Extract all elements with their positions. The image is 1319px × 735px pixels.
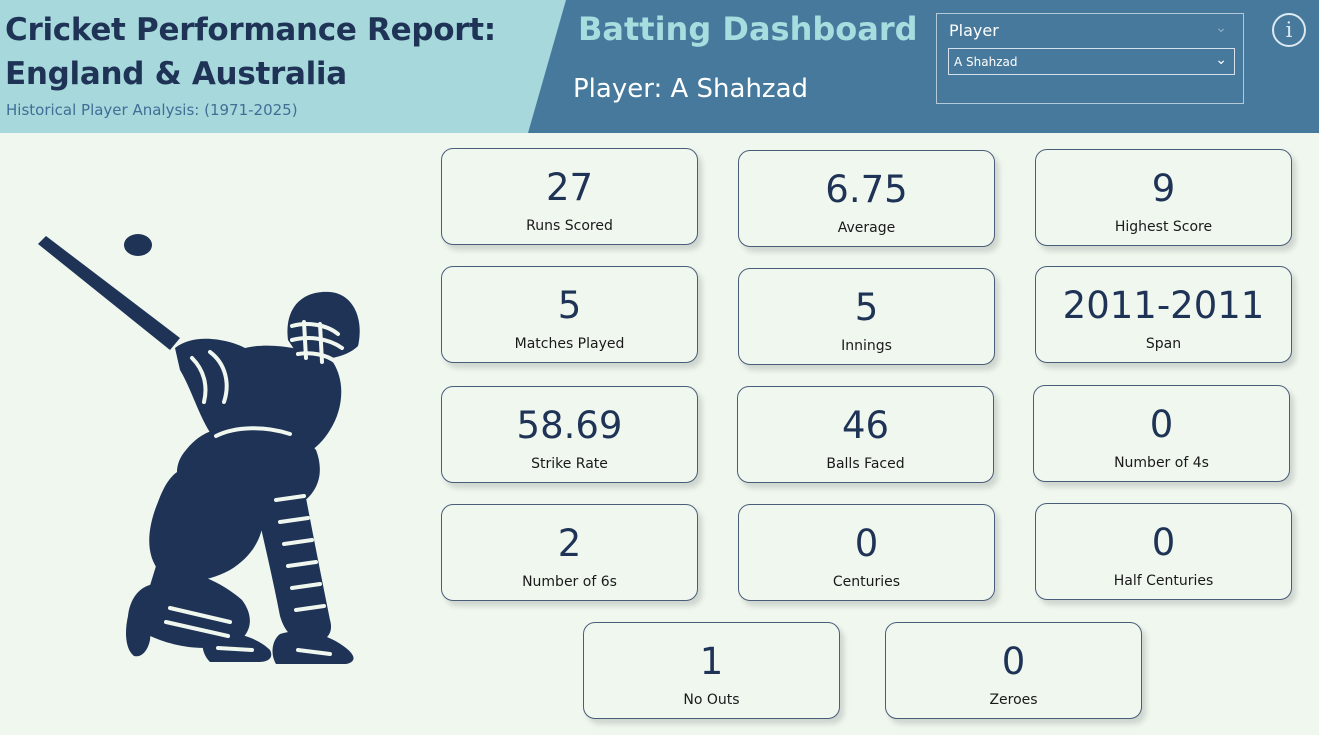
stat-value: 9 bbox=[1151, 167, 1176, 210]
dropdown-chevron-icon[interactable]: ⌄ bbox=[1215, 52, 1227, 68]
stat-label: Number of 6s bbox=[522, 574, 617, 590]
stat-value: 0 bbox=[854, 522, 879, 565]
stat-card-average: 6.75 Average bbox=[738, 150, 995, 247]
player-slicer: Player ⌄ A Shahzad ⌄ bbox=[936, 13, 1244, 104]
stat-value: 27 bbox=[545, 166, 594, 209]
stat-value: 5 bbox=[854, 286, 879, 329]
report-title-line2: England & Australia bbox=[5, 56, 347, 92]
stat-card-runs-scored: 27 Runs Scored bbox=[441, 148, 698, 245]
stat-value: 5 bbox=[557, 284, 582, 327]
stat-label: Span bbox=[1145, 336, 1182, 352]
selected-player-heading: Player: A Shahzad bbox=[573, 74, 809, 104]
stat-label: Runs Scored bbox=[526, 218, 613, 234]
stat-label: Zeroes bbox=[989, 692, 1038, 708]
stat-value: 0 bbox=[1001, 640, 1026, 683]
stat-card-no-outs: 1 No Outs bbox=[583, 622, 840, 719]
stat-card-zeroes: 0 Zeroes bbox=[885, 622, 1142, 719]
stat-value: 0 bbox=[1151, 521, 1176, 564]
stat-card-matches-played: 5 Matches Played bbox=[441, 266, 698, 363]
stat-card-balls-faced: 46 Balls Faced bbox=[737, 386, 994, 483]
stat-card-innings: 5 Innings bbox=[738, 268, 995, 365]
player-slicer-label: Player bbox=[949, 21, 999, 40]
stat-card-centuries: 0 Centuries bbox=[738, 504, 995, 601]
stat-value: 1 bbox=[699, 640, 724, 683]
player-dropdown-value: A Shahzad bbox=[954, 55, 1018, 69]
player-dropdown[interactable]: A Shahzad ⌄ bbox=[948, 48, 1235, 75]
stat-label: Strike Rate bbox=[531, 456, 608, 472]
stat-card-span: 2011-2011 Span bbox=[1035, 266, 1292, 363]
stat-label: Matches Played bbox=[514, 336, 625, 352]
stat-value: 2011-2011 bbox=[1062, 284, 1265, 327]
dashboard-title: Batting Dashboard bbox=[578, 10, 918, 48]
chevron-down-icon[interactable]: ⌄ bbox=[1215, 20, 1227, 36]
stat-card-number-of-6s: 2 Number of 6s bbox=[441, 504, 698, 601]
stat-label: No Outs bbox=[683, 692, 740, 708]
report-subtitle: Historical Player Analysis: (1971-2025) bbox=[6, 101, 298, 119]
stat-value: 46 bbox=[841, 404, 890, 447]
stat-value: 58.69 bbox=[516, 404, 623, 447]
cricket-batsman-icon bbox=[38, 234, 360, 664]
stat-value: 2 bbox=[557, 522, 582, 565]
stat-value: 0 bbox=[1149, 403, 1174, 446]
report-title-line1: Cricket Performance Report: bbox=[5, 12, 496, 48]
stat-label: Innings bbox=[841, 338, 892, 354]
stat-value: 6.75 bbox=[825, 168, 908, 211]
stat-label: Highest Score bbox=[1114, 219, 1213, 235]
stat-label: Half Centuries bbox=[1113, 573, 1214, 589]
stat-card-highest-score: 9 Highest Score bbox=[1035, 149, 1292, 246]
report-title: Cricket Performance Report: England & Au… bbox=[5, 8, 496, 96]
stat-card-half-centuries: 0 Half Centuries bbox=[1035, 503, 1292, 600]
stat-card-strike-rate: 58.69 Strike Rate bbox=[441, 386, 698, 483]
info-icon[interactable]: i bbox=[1272, 13, 1306, 47]
stat-label: Number of 4s bbox=[1114, 455, 1209, 471]
stat-label: Balls Faced bbox=[826, 456, 905, 472]
stat-label: Average bbox=[837, 220, 896, 236]
stat-card-number-of-4s: 0 Number of 4s bbox=[1033, 385, 1290, 482]
stat-label: Centuries bbox=[832, 574, 901, 590]
